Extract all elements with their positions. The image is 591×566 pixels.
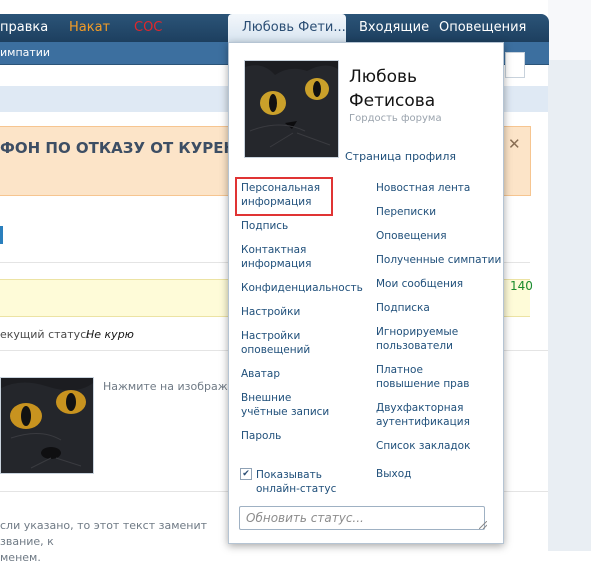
avatar-hint-text: Нажмите на изображени xyxy=(103,380,249,393)
nav-item-nakat[interactable]: Накат xyxy=(69,20,110,35)
avatar-thumbnail[interactable] xyxy=(0,377,94,474)
user-display-name[interactable]: Любовь Фетисова xyxy=(349,65,489,113)
online-status-label: Показывать онлайн-статус xyxy=(256,469,337,495)
resize-grip-icon[interactable] xyxy=(479,521,487,529)
nav-tab-user-label: Любовь Фети... xyxy=(242,20,346,35)
menu-password[interactable]: Пароль xyxy=(241,429,371,443)
custom-title-help-text: сли указано, то этот текст заменит звани… xyxy=(0,519,208,564)
menu-conversations[interactable]: Переписки xyxy=(376,205,506,219)
page-right-strip-top xyxy=(548,0,591,60)
user-account-menu: Любовь Фетисова Гордость форума Страница… xyxy=(228,42,504,544)
menu-paid-upgrades[interactable]: Платное повышение прав xyxy=(376,363,486,391)
subnav-item-likes[interactable]: импатии xyxy=(0,46,50,59)
menu-two-factor-auth[interactable]: Двухфакторная аутентификация xyxy=(376,401,476,429)
menu-my-posts[interactable]: Мои сообщения xyxy=(376,277,506,291)
close-icon[interactable]: ✕ xyxy=(508,135,521,153)
current-status-label: екущий статус: xyxy=(0,328,90,341)
menu-ignored-users[interactable]: Игнорируемые пользователи xyxy=(376,325,476,353)
current-status-value: Не курю xyxy=(86,328,134,341)
menu-alerts[interactable]: Оповещения xyxy=(376,229,506,243)
user-title: Гордость форума xyxy=(349,113,442,124)
avatar[interactable] xyxy=(244,60,339,158)
profile-page-link[interactable]: Страница профиля xyxy=(345,150,456,163)
checkbox[interactable]: ✔ xyxy=(240,468,252,480)
search-input[interactable] xyxy=(505,52,525,78)
notice-text: ФОН ПО ОТКАЗУ ОТ КУРЕНИЯ xyxy=(0,139,261,157)
menu-alert-settings[interactable]: Настройки оповещений xyxy=(241,329,331,357)
menu-signature[interactable]: Подпись xyxy=(241,219,371,233)
status-update-input[interactable] xyxy=(239,506,485,530)
page-right-strip xyxy=(548,0,591,551)
top-navigation: правка Накат СОС Любовь Фети... Входящие… xyxy=(0,14,549,42)
menu-contact-info[interactable]: Контактная информация xyxy=(241,243,341,271)
menu-external-accounts[interactable]: Внешние учётные записи xyxy=(241,391,341,419)
nav-item-inbox[interactable]: Входящие xyxy=(359,20,429,35)
menu-personal-info[interactable]: Персональная информация xyxy=(241,181,371,209)
nav-item-help[interactable]: правка xyxy=(0,20,48,35)
nav-item-alerts[interactable]: Оповещения xyxy=(439,20,526,35)
nav-item-sos[interactable]: СОС xyxy=(134,20,162,35)
menu-avatar[interactable]: Аватар xyxy=(241,367,371,381)
nav-tab-user-account[interactable]: Любовь Фети... xyxy=(228,14,346,42)
menu-news-feed[interactable]: Новостная лента xyxy=(376,181,506,195)
menu-privacy[interactable]: Конфиденциальность xyxy=(241,281,371,295)
menu-likes-received[interactable]: Полученные симпатии xyxy=(376,253,506,267)
cat-avatar-image xyxy=(1,378,93,473)
menu-settings[interactable]: Настройки xyxy=(241,305,371,319)
menu-subscription[interactable]: Подписка xyxy=(376,301,506,315)
menu-bookmarks[interactable]: Список закладок xyxy=(376,439,506,453)
message-count: 140 xyxy=(510,279,533,293)
page-title-marker xyxy=(0,226,3,244)
menu-logout[interactable]: Выход xyxy=(376,467,506,481)
cat-avatar-image xyxy=(245,61,338,157)
